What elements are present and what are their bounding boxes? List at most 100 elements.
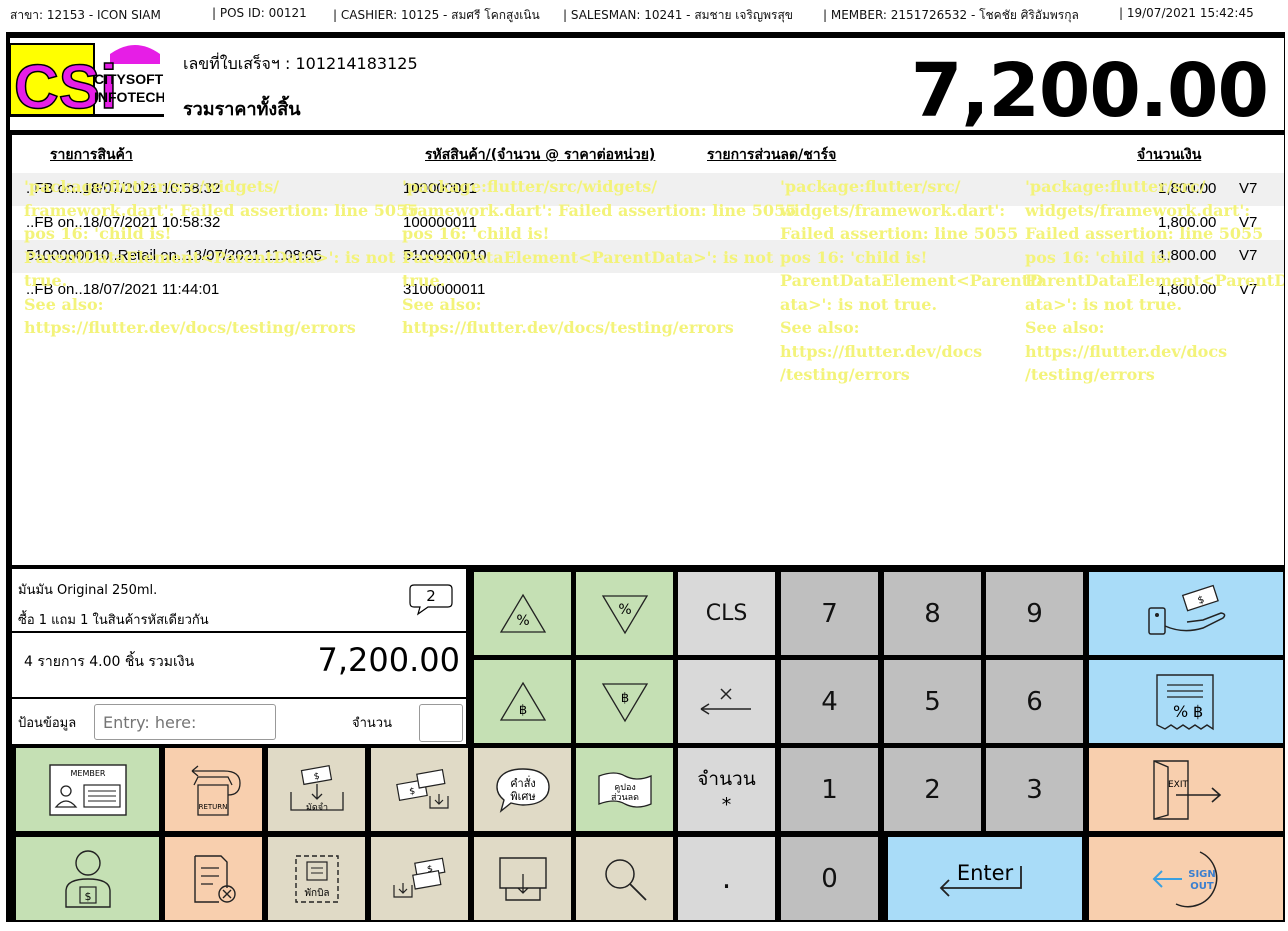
table-row[interactable]: 5100000010..Retail on..18/07/2021 11:08:… bbox=[12, 240, 1284, 273]
item-info-panel: มันมัน Original 250ml. ซื้อ 1 แถม 1 ในสิ… bbox=[12, 569, 466, 744]
svg-text:฿: ฿ bbox=[518, 703, 526, 718]
logo-line2: INFOTECH bbox=[94, 89, 164, 105]
member-card-icon: MEMBER bbox=[48, 763, 127, 816]
exit-text: EXIT bbox=[1168, 780, 1189, 790]
backspace-icon bbox=[700, 687, 751, 715]
cash-out-icon: $ bbox=[392, 857, 445, 898]
hold-bill-button[interactable]: พักบิล bbox=[268, 837, 365, 920]
discount-payment-button[interactable]: % ฿ bbox=[1089, 660, 1283, 743]
deposit-button[interactable]: $ มัดจำ bbox=[268, 748, 365, 831]
datetime: | 19/07/2021 15:42:45 bbox=[1119, 6, 1254, 20]
row-vat: V7 bbox=[1239, 180, 1258, 197]
speech-bubble-icon: คำสั่ง พิเศษ bbox=[495, 767, 550, 813]
member-info: | MEMBER: 2151726532 - โชคชัย ศิริอัมพรก… bbox=[823, 8, 1079, 22]
salesman-button[interactable]: $ bbox=[16, 837, 159, 920]
member-button[interactable]: MEMBER bbox=[16, 748, 159, 831]
table-row[interactable]: ..FB on..18/07/2021 10:58:32 100000011 1… bbox=[12, 173, 1284, 206]
percent-discount-up-button[interactable]: % bbox=[474, 572, 571, 655]
divider bbox=[12, 697, 466, 699]
table-row[interactable]: ..FB on..18/07/2021 11:44:01 3100000011 … bbox=[12, 274, 1284, 307]
return-button[interactable]: RETURN bbox=[165, 748, 262, 831]
search-icon bbox=[604, 858, 647, 901]
digit-5-button[interactable]: 5 bbox=[884, 660, 981, 743]
signout-line2: OUT bbox=[1190, 881, 1214, 892]
digit-6-button[interactable]: 6 bbox=[986, 660, 1083, 743]
receipt-number: เลขที่ใบเสร็จฯ : 101214183125 bbox=[183, 54, 418, 73]
col-header-discount: รายการส่วนลด/ชาร์จ bbox=[707, 147, 837, 163]
return-text: RETURN bbox=[198, 803, 227, 811]
row-code: 100000011 bbox=[403, 214, 477, 231]
digit-0-button[interactable]: 0 bbox=[781, 837, 878, 920]
special-command-button[interactable]: คำสั่ง พิเศษ bbox=[474, 748, 571, 831]
logo-line1: CITYSOFT bbox=[94, 71, 164, 87]
receipt-percent-baht-icon: % ฿ bbox=[1156, 673, 1214, 730]
hand-money-icon: $ bbox=[1148, 584, 1226, 635]
row-vat: V7 bbox=[1239, 214, 1258, 231]
qty-input[interactable] bbox=[419, 704, 463, 742]
void-bill-button[interactable] bbox=[165, 837, 262, 920]
entry-label: ป้อนข้อมูล bbox=[18, 716, 77, 731]
col-header-item: รายการสินค้า bbox=[50, 147, 133, 163]
coupon-button[interactable]: คูปอง ส่วนลด bbox=[576, 748, 673, 831]
digit-9-button[interactable]: 9 bbox=[986, 572, 1083, 655]
row-amount: 1,800.00 bbox=[1158, 180, 1217, 197]
promotion-text: ซื้อ 1 แถม 1 ในสินค้ารหัสเดียวกัน bbox=[18, 613, 209, 628]
baht-discount-down-button[interactable]: ฿ bbox=[576, 660, 673, 743]
deposit-cash-icon: $ มัดจำ bbox=[289, 764, 344, 813]
cash-transfer-icon: $ bbox=[395, 768, 449, 809]
divider bbox=[12, 631, 466, 633]
cash-payment-button[interactable]: $ bbox=[1089, 572, 1283, 655]
sign-out-button[interactable]: SIGN OUT bbox=[1089, 837, 1283, 920]
qty-key-symbol: * bbox=[721, 793, 732, 816]
return-box-icon: RETURN bbox=[191, 765, 241, 816]
backspace-button[interactable] bbox=[678, 660, 775, 743]
svg-text:%: % bbox=[1173, 702, 1188, 721]
salesman-info: | SALESMAN: 10241 - สมชาย เจริญพรสุข bbox=[563, 8, 793, 22]
coupon-ticket-icon: คูปอง ส่วนลด bbox=[597, 771, 652, 808]
col-header-amount: จำนวนเงิน bbox=[1137, 147, 1202, 163]
baht-triangle-down-icon: ฿ bbox=[601, 682, 648, 722]
badge-count: 2 bbox=[426, 587, 436, 605]
row-code: 100000011 bbox=[403, 180, 477, 197]
quantity-multiply-button[interactable]: จำนวน * bbox=[678, 748, 775, 831]
decimal-point-button[interactable]: . bbox=[678, 837, 775, 920]
special-line1: คำสั่ง bbox=[510, 775, 536, 790]
baht-discount-up-button[interactable]: ฿ bbox=[474, 660, 571, 743]
digit-4-button[interactable]: 4 bbox=[781, 660, 878, 743]
row-item: ..FB on..18/07/2021 10:58:32 bbox=[26, 180, 221, 197]
table-row[interactable]: ..FB on..18/07/2021 10:58:32 100000011 1… bbox=[12, 207, 1284, 240]
digit-8-button[interactable]: 8 bbox=[884, 572, 981, 655]
baht-triangle-icon: ฿ bbox=[499, 681, 546, 721]
qty-label: จำนวน bbox=[352, 716, 392, 731]
row-vat: V7 bbox=[1239, 281, 1258, 298]
cash-drawer-button[interactable] bbox=[474, 837, 571, 920]
row-amount: 1,800.00 bbox=[1158, 247, 1217, 264]
svg-text:$: $ bbox=[84, 890, 91, 903]
row-code: 5100000010 bbox=[403, 247, 487, 264]
digit-7-button[interactable]: 7 bbox=[781, 572, 878, 655]
search-button[interactable] bbox=[576, 837, 673, 920]
percent-triangle-down-icon: % bbox=[601, 594, 648, 634]
row-code: 3100000011 bbox=[403, 281, 486, 298]
row-item: 5100000010..Retail on..18/07/2021 11:08:… bbox=[26, 247, 322, 264]
enter-label: Enter bbox=[956, 861, 1014, 885]
digit-3-button[interactable]: 3 bbox=[986, 748, 1083, 831]
percent-triangle-icon: % bbox=[499, 593, 546, 633]
exit-button[interactable]: EXIT bbox=[1089, 748, 1283, 831]
entry-input[interactable] bbox=[94, 704, 276, 740]
enter-button[interactable]: Enter bbox=[888, 837, 1082, 920]
cash-drawer-transfer-button[interactable]: $ bbox=[371, 837, 468, 920]
summary-text: 4 รายการ 4.00 ชิ้น รวมเงิน bbox=[24, 654, 195, 670]
percent-discount-down-button[interactable]: % bbox=[576, 572, 673, 655]
promotion-count-badge[interactable]: 2 bbox=[408, 583, 454, 617]
digit-2-button[interactable]: 2 bbox=[884, 748, 981, 831]
pos-id: | POS ID: 00121 bbox=[212, 6, 307, 20]
row-item: ..FB on..18/07/2021 10:58:32 bbox=[26, 214, 221, 231]
svg-text:฿: ฿ bbox=[620, 691, 628, 706]
items-table[interactable]: รายการสินค้า รหัสสินค้า/(จำนวน @ ราคาต่อ… bbox=[12, 135, 1284, 565]
digit-1-button[interactable]: 1 bbox=[781, 748, 878, 831]
cash-transfer-button[interactable]: $ bbox=[371, 748, 468, 831]
grand-total: 7,200.00 bbox=[910, 48, 1269, 134]
clear-button[interactable]: CLS bbox=[678, 572, 775, 655]
coupon-line1: คูปอง bbox=[614, 783, 636, 793]
